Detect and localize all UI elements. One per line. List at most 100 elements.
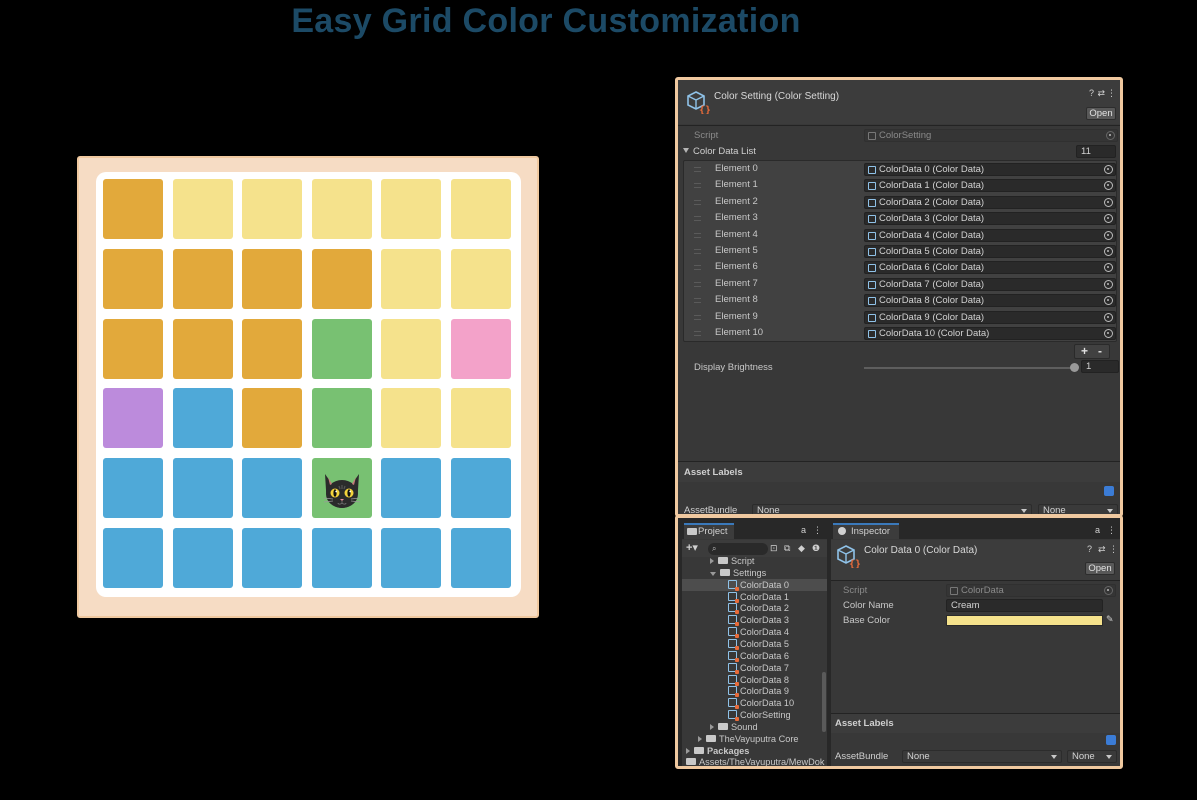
help-icon[interactable]: ? xyxy=(1089,88,1094,98)
grid-cell[interactable] xyxy=(242,458,302,519)
project-search-input[interactable]: ⌕ xyxy=(708,543,768,555)
color-data-field[interactable]: ColorData 1 (Color Data) xyxy=(864,179,1116,193)
grid-cell[interactable] xyxy=(450,318,511,379)
grid-cell[interactable] xyxy=(311,388,372,449)
drag-handle-icon[interactable] xyxy=(694,183,701,189)
drag-handle-icon[interactable] xyxy=(694,216,701,222)
grid-cell[interactable] xyxy=(381,388,441,449)
more-menu-icon[interactable]: ⋮ xyxy=(1109,544,1118,554)
drag-handle-icon[interactable] xyxy=(694,265,701,271)
grid-cell[interactable] xyxy=(103,388,163,449)
create-asset-button[interactable]: +▾ xyxy=(686,543,698,554)
drag-handle-icon[interactable] xyxy=(694,249,701,254)
color-data-field[interactable]: ColorData 4 (Color Data) xyxy=(864,228,1116,242)
hidden-packages-icon[interactable]: ❶ xyxy=(812,543,820,553)
project-asset-item[interactable]: ColorData 2 xyxy=(682,602,827,615)
grid-cell[interactable] xyxy=(242,179,302,239)
brightness-slider-handle[interactable] xyxy=(1070,363,1079,372)
grid-cell[interactable] xyxy=(381,179,441,239)
color-data-field[interactable]: ColorData 7 (Color Data) xyxy=(864,277,1116,291)
object-picker-icon[interactable] xyxy=(1104,329,1113,338)
object-picker-icon[interactable] xyxy=(1104,279,1113,289)
grid-cell[interactable] xyxy=(450,527,511,588)
add-element-button[interactable]: + xyxy=(1081,344,1088,358)
grid-cell[interactable] xyxy=(242,388,302,449)
remove-element-button[interactable]: - xyxy=(1098,344,1102,358)
project-asset-item[interactable]: ColorData 9 xyxy=(682,685,827,698)
grid-cell[interactable] xyxy=(103,248,163,309)
label-tag-icon[interactable] xyxy=(1104,486,1114,496)
help-icon[interactable]: ? xyxy=(1087,544,1092,554)
brightness-slider-track[interactable] xyxy=(864,367,1074,369)
grid-cell[interactable] xyxy=(450,179,511,239)
grid-cell[interactable] xyxy=(242,318,302,379)
grid-cell[interactable] xyxy=(311,179,372,239)
color-data-field[interactable]: ColorData 6 (Color Data) xyxy=(864,261,1116,275)
drag-handle-icon[interactable] xyxy=(694,298,701,304)
grid-cell[interactable] xyxy=(172,248,233,309)
more-menu-icon[interactable]: ⋮ xyxy=(1107,525,1116,535)
eyedropper-icon[interactable]: ✎ xyxy=(1106,614,1114,624)
grid-cell[interactable] xyxy=(103,458,163,519)
list-size-field[interactable]: 11 xyxy=(1076,145,1116,158)
grid-cell[interactable] xyxy=(172,527,233,588)
color-data-field[interactable]: ColorData 9 (Color Data) xyxy=(864,310,1116,324)
grid-cell[interactable] xyxy=(311,318,372,379)
object-picker-icon[interactable] xyxy=(1104,214,1113,224)
project-asset-item[interactable]: ColorData 7 xyxy=(682,662,827,674)
project-asset-item[interactable]: ColorData 8 xyxy=(682,674,827,686)
drag-handle-icon[interactable] xyxy=(694,331,701,336)
grid-cell[interactable] xyxy=(381,527,441,588)
color-data-field[interactable]: ColorData 2 (Color Data) xyxy=(864,195,1116,209)
color-data-list-foldout[interactable]: Color Data List xyxy=(683,145,756,159)
grid-cell[interactable] xyxy=(450,248,511,309)
grid-cell[interactable] xyxy=(311,527,372,588)
drag-handle-icon[interactable] xyxy=(694,314,701,320)
lock-icon[interactable]: a xyxy=(801,525,806,535)
grid-cell[interactable] xyxy=(103,179,163,239)
assetbundle-dropdown[interactable]: None xyxy=(902,750,1062,763)
color-data-field[interactable]: ColorData 8 (Color Data) xyxy=(864,294,1116,308)
object-picker-icon[interactable] xyxy=(1104,181,1113,191)
project-folder-item[interactable]: Settings xyxy=(682,567,827,579)
search-by-type-icon[interactable]: ⊡ xyxy=(770,543,778,553)
drag-handle-icon[interactable] xyxy=(694,281,701,287)
color-data-field[interactable]: ColorData 0 (Color Data) xyxy=(864,163,1116,176)
drag-handle-icon[interactable] xyxy=(694,199,701,205)
assetbundle-variant-dropdown[interactable]: None xyxy=(1067,750,1117,763)
open-button[interactable]: Open xyxy=(1085,562,1115,575)
tag-icon[interactable]: ◆ xyxy=(798,543,805,553)
project-asset-item[interactable]: ColorData 10 xyxy=(682,697,827,710)
preset-icon[interactable]: ⇄ xyxy=(1097,88,1105,98)
project-asset-item[interactable]: ColorData 3 xyxy=(682,614,827,627)
project-asset-item[interactable]: ColorData 5 xyxy=(682,638,827,650)
grid-cell[interactable] xyxy=(381,458,441,519)
object-picker-icon[interactable] xyxy=(1104,312,1113,322)
inspector-tab[interactable]: Inspector xyxy=(833,523,899,539)
project-folder-item[interactable]: Packages xyxy=(682,745,827,757)
grid-cell[interactable] xyxy=(311,458,372,519)
brightness-value-field[interactable]: 1 xyxy=(1081,360,1119,373)
object-picker-icon[interactable] xyxy=(1104,197,1113,207)
project-asset-item[interactable]: ColorData 0 xyxy=(682,578,827,591)
color-data-field[interactable]: ColorData 3 (Color Data) xyxy=(864,212,1116,226)
grid-cell[interactable] xyxy=(172,318,233,379)
grid-cell[interactable] xyxy=(172,388,233,449)
project-asset-item[interactable]: ColorData 1 xyxy=(682,591,827,603)
open-button[interactable]: Open xyxy=(1086,107,1116,120)
more-menu-icon[interactable]: ⋮ xyxy=(813,525,822,535)
object-picker-icon[interactable] xyxy=(1104,230,1113,240)
project-asset-item[interactable]: ColorData 4 xyxy=(682,626,827,639)
object-picker-icon[interactable] xyxy=(1104,247,1113,256)
object-picker-icon[interactable] xyxy=(1104,263,1113,273)
grid-cell[interactable] xyxy=(103,527,163,588)
grid-cell[interactable] xyxy=(381,318,441,379)
project-folder-item[interactable]: Script xyxy=(682,555,827,567)
grid-cell[interactable] xyxy=(450,388,511,449)
grid-cell[interactable] xyxy=(103,318,163,379)
object-picker-icon[interactable] xyxy=(1104,296,1113,306)
project-scrollbar[interactable] xyxy=(822,672,826,732)
project-asset-item[interactable]: ColorSetting xyxy=(682,709,827,722)
project-folder-item[interactable]: TheVayuputra Core xyxy=(682,733,827,745)
lock-icon[interactable]: a xyxy=(1095,525,1100,535)
